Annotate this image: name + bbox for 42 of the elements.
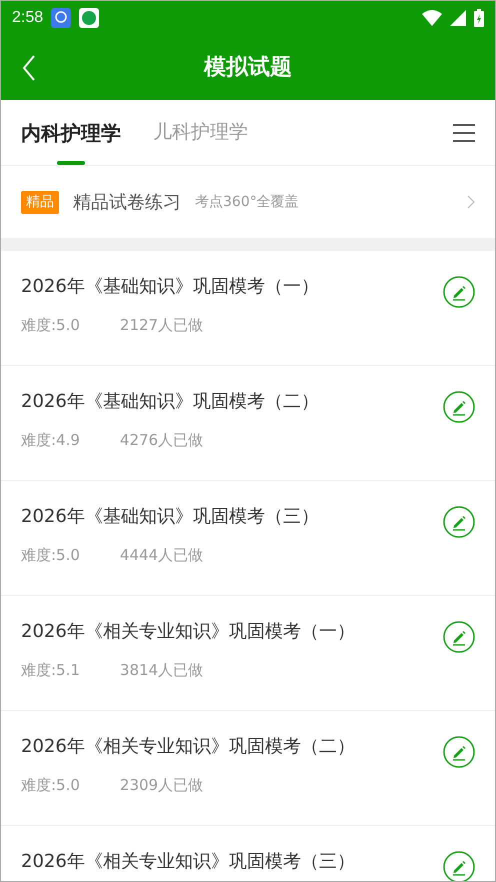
attempt-count: 3814人已做 xyxy=(120,660,204,681)
exam-item[interactable]: 2026年《基础知识》巩固模考（三） 难度:5.0 4444人已做 xyxy=(1,481,495,596)
attempt-count: 2127人已做 xyxy=(120,315,204,336)
premium-badge: 精品 xyxy=(21,190,59,214)
difficulty-label: 难度:5.0 xyxy=(21,545,80,566)
exam-title: 2026年《基础知识》巩固模考（一） xyxy=(21,275,320,299)
edit-icon[interactable] xyxy=(443,851,475,881)
edit-icon[interactable] xyxy=(443,276,475,308)
attempt-count: 2309人已做 xyxy=(120,775,204,796)
status-time: 2:58 xyxy=(12,8,44,28)
edit-icon[interactable] xyxy=(443,621,475,653)
page-title: 模拟试题 xyxy=(204,54,292,82)
signal-icon xyxy=(450,10,466,26)
category-tab[interactable]: 内科护理学 xyxy=(21,100,121,165)
promo-title: 精品试卷练习 xyxy=(73,190,181,214)
attempt-count: 4444人已做 xyxy=(120,545,204,566)
exam-title: 2026年《相关专业知识》巩固模考（三） xyxy=(21,850,356,874)
difficulty-label: 难度:5.1 xyxy=(21,660,80,681)
difficulty-label: 难度:4.9 xyxy=(21,430,80,451)
edit-icon[interactable] xyxy=(443,736,475,768)
promo-subtitle: 考点360°全覆盖 xyxy=(195,192,299,212)
exam-title: 2026年《相关专业知识》巩固模考（二） xyxy=(21,735,356,759)
edit-icon[interactable] xyxy=(443,506,475,538)
exam-item[interactable]: 2026年《基础知识》巩固模考（一） 难度:5.0 2127人已做 xyxy=(1,251,495,366)
premium-banner[interactable]: 精品 精品试卷练习 考点360°全覆盖 xyxy=(1,166,495,238)
edit-icon[interactable] xyxy=(443,391,475,423)
exam-item[interactable]: 2026年《相关专业知识》巩固模考（一） 难度:5.1 3814人已做 xyxy=(1,596,495,711)
exam-title: 2026年《基础知识》巩固模考（二） xyxy=(21,390,320,414)
exam-item[interactable]: 2026年《相关专业知识》巩固模考（二） 难度:5.0 2309人已做 xyxy=(1,711,495,826)
chevron-right-icon xyxy=(467,195,475,209)
attempt-count: 4276人已做 xyxy=(120,430,204,451)
difficulty-label: 难度:5.0 xyxy=(21,315,80,336)
menu-button[interactable] xyxy=(453,122,475,142)
exam-item[interactable]: 2026年《相关专业知识》巩固模考（三） xyxy=(1,826,495,881)
exam-item[interactable]: 2026年《基础知识》巩固模考（二） 难度:4.9 4276人已做 xyxy=(1,366,495,481)
difficulty-label: 难度:5.0 xyxy=(21,775,80,796)
exam-title: 2026年《基础知识》巩固模考（三） xyxy=(21,505,320,529)
exam-title: 2026年《相关专业知识》巩固模考（一） xyxy=(21,620,356,644)
battery-icon xyxy=(474,9,484,27)
app-icon xyxy=(79,8,100,28)
app-icon xyxy=(51,8,72,28)
wifi-icon xyxy=(422,10,442,26)
